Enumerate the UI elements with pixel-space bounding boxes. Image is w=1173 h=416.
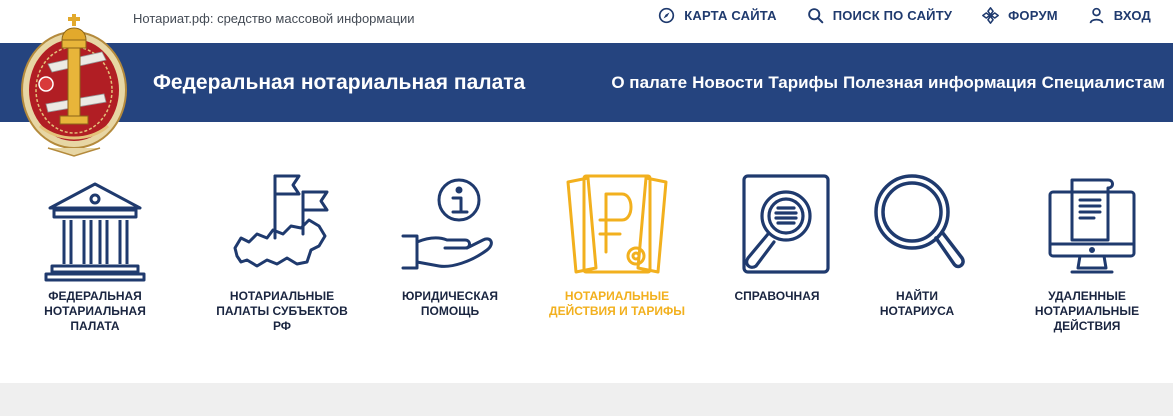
menu-item-specialists[interactable]: Специалистам	[1042, 73, 1165, 93]
ruble-documents-icon	[566, 174, 668, 274]
login-label: ВХОД	[1113, 8, 1151, 23]
compass-icon	[659, 7, 675, 24]
footer-band	[0, 383, 1173, 416]
menu-item-news[interactable]: Новости	[692, 73, 763, 93]
sitemap-label: КАРТА САЙТА	[684, 8, 777, 23]
top-bar: Нотариат.рф: средство массовой информаци…	[0, 0, 1173, 43]
russia-map-flags-icon	[233, 174, 329, 268]
main-menu: О палате Новости Тарифы Полезная информа…	[611, 73, 1165, 93]
service-tiles: ФЕДЕРАЛЬНАЯ НОТАРИАЛЬНАЯ ПАЛАТА НОТАРИАЛ…	[0, 160, 1173, 360]
notary-emblem-icon[interactable]	[18, 8, 134, 160]
menu-item-useful-info[interactable]: Полезная информация	[843, 73, 1037, 93]
main-header: Федеральная нотариальная палата О палате…	[0, 43, 1173, 122]
remote-computer-icon	[1048, 178, 1136, 274]
info-hand-icon	[401, 178, 493, 270]
tile-label: ЮРИДИЧЕСКАЯ ПОМОЩЬ	[402, 289, 498, 318]
site-search-label: ПОИСК ПО САЙТУ	[832, 8, 953, 23]
forum-link[interactable]: ФОРУМ	[982, 7, 1058, 24]
login-link[interactable]: ВХОД	[1088, 7, 1151, 24]
tile-label: СПРАВОЧНАЯ	[734, 289, 820, 303]
tile-label: ФЕДЕРАЛЬНАЯ НОТАРИАЛЬНАЯ ПАЛАТА	[44, 289, 146, 333]
menu-item-tariffs[interactable]: Тарифы	[768, 73, 838, 93]
site-search-link[interactable]: ПОИСК ПО САЙТУ	[807, 7, 952, 24]
utility-links: КАРТА САЙТА ПОИСК ПО САЙТУ ФОРУМ ВХОД	[658, 7, 1151, 24]
reference-magnifier-icon	[742, 174, 830, 274]
tile-label: УДАЛЕННЫЕ НОТАРИАЛЬНЫЕ ДЕЙСТВИЯ	[1034, 289, 1140, 333]
menu-item-about[interactable]: О палате	[611, 73, 687, 93]
tile-label: НОТАРИАЛЬНЫЕ ПАЛАТЫ СУБЪЕКТОВ РФ	[216, 289, 348, 333]
sitemap-link[interactable]: КАРТА САЙТА	[658, 7, 777, 24]
site-tagline: Нотариат.рф: средство массовой информаци…	[133, 11, 415, 26]
site-title[interactable]: Федеральная нотариальная палата	[153, 71, 525, 95]
search-icon	[807, 8, 824, 24]
forum-icon	[982, 7, 1000, 24]
courthouse-icon	[44, 182, 146, 282]
magnifier-icon	[874, 174, 965, 269]
tile-label: НОТАРИАЛЬНЫЕ ДЕЙСТВИЯ И ТАРИФЫ	[549, 289, 685, 318]
forum-label: ФОРУМ	[1008, 8, 1058, 23]
user-icon	[1089, 7, 1104, 24]
tile-label: НАЙТИ НОТАРИУСА	[879, 289, 955, 318]
